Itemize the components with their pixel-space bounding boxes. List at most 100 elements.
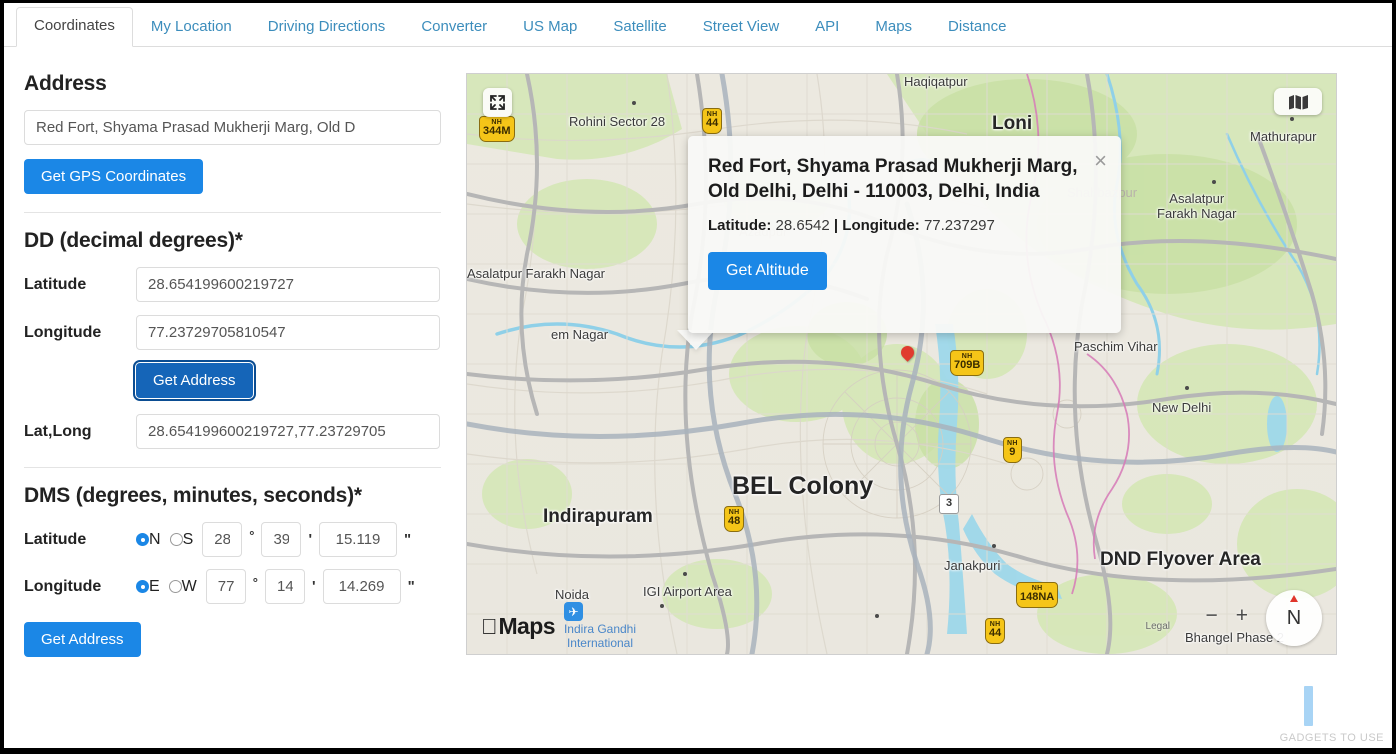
dms-longitude-label: Longitude <box>24 577 102 595</box>
dms-latitude-label: Latitude <box>24 530 87 548</box>
highway-shield-709b: NH 709B <box>950 350 985 376</box>
zoom-in-button[interactable]: + <box>1236 605 1248 626</box>
dd-longitude-row: Longitude <box>24 315 440 350</box>
radio-west-label: W <box>181 577 197 595</box>
radio-south[interactable] <box>169 533 183 546</box>
highway-shield-44-north: NH 44 <box>702 108 723 134</box>
dd-longitude-label: Longitude <box>24 323 102 341</box>
radio-east[interactable] <box>136 580 149 593</box>
popup-pointer <box>677 330 715 350</box>
dd-get-address-button[interactable]: Get Address <box>133 360 256 401</box>
fullscreen-button[interactable] <box>483 88 512 117</box>
tab-maps[interactable]: Maps <box>857 8 930 47</box>
dd-latitude-input[interactable] <box>136 267 440 302</box>
tab-us-map[interactable]: US Map <box>505 8 595 47</box>
dms-lat-seconds-input[interactable] <box>319 522 398 557</box>
zoom-out-button[interactable]: − <box>1205 605 1217 626</box>
popup-latitude-value: 28.6542 <box>775 217 830 235</box>
expand-icon <box>490 95 505 110</box>
tab-driving-directions[interactable]: Driving Directions <box>250 8 404 47</box>
popup-separator: | <box>833 217 839 235</box>
page-scrollbar-thumb[interactable] <box>1304 686 1313 726</box>
tab-distance[interactable]: Distance <box>930 8 1024 47</box>
popup-coordinates: Latitude: 28.6542 | Longitude: 77.237297 <box>708 217 1101 234</box>
dd-latitude-row: Latitude <box>24 267 440 302</box>
window-frame-right <box>1392 0 1396 754</box>
map-dot <box>632 101 636 105</box>
divider-2 <box>24 467 441 468</box>
get-gps-coordinates-button[interactable]: Get GPS Coordinates <box>24 159 204 194</box>
map-dot <box>660 604 664 608</box>
latlong-input[interactable] <box>136 414 440 449</box>
dms-heading: DMS (degrees, minutes, seconds)* <box>24 484 362 507</box>
divider <box>24 212 441 213</box>
location-info-popup: × Red Fort, Shyama Prasad Mukherji Marg,… <box>688 136 1121 333</box>
popup-longitude-label: Longitude: <box>842 217 920 235</box>
dms-lat-degrees-input[interactable] <box>202 522 243 557</box>
get-altitude-button[interactable]: Get Altitude <box>708 252 827 291</box>
close-icon[interactable]: × <box>1094 150 1107 172</box>
highway-shield-148na: NH 148NA <box>1016 582 1059 608</box>
watermark-text: GADGETS TO USE <box>1279 732 1384 744</box>
address-heading: Address <box>24 72 107 95</box>
dms-lon-degrees-input[interactable] <box>205 569 246 604</box>
highway-shield-44-south: NH 44 <box>985 618 1006 644</box>
radio-north[interactable] <box>136 533 149 546</box>
app-page: Coordinates My Location Driving Directio… <box>0 0 1396 754</box>
map-dot <box>875 614 879 618</box>
tab-coordinates[interactable]: Coordinates <box>16 7 133 47</box>
main-tab-bar: Coordinates My Location Driving Directio… <box>4 3 1392 47</box>
map-dot <box>683 572 687 576</box>
minute-symbol-lon: ' <box>311 578 316 595</box>
tab-street-view[interactable]: Street View <box>685 8 797 47</box>
highway-shield-9: NH 9 <box>1003 437 1022 463</box>
minute-symbol-lat: ' <box>308 531 313 548</box>
latlong-label: Lat,Long <box>24 422 92 440</box>
map-dot <box>1290 117 1294 121</box>
map-label-indira-gandhi-international: Indira Gandhi International <box>563 622 637 650</box>
address-input[interactable] <box>24 110 441 145</box>
compass-control[interactable]: N <box>1266 590 1322 646</box>
second-symbol-lat: " <box>404 531 412 548</box>
tab-api[interactable]: API <box>797 8 857 47</box>
dd-longitude-input[interactable] <box>136 315 440 350</box>
popup-address-title: Red Fort, Shyama Prasad Mukherji Marg, O… <box>708 156 1078 203</box>
radio-south-label: S <box>182 530 194 548</box>
map-container[interactable]: Haqiqatpur Rohini Sector 28 Loni Mathura… <box>466 73 1337 655</box>
dms-lon-minutes-input[interactable] <box>264 569 305 604</box>
map-dot <box>1212 180 1216 184</box>
tab-my-location[interactable]: My Location <box>133 8 250 47</box>
map-dot <box>1185 386 1189 390</box>
highway-shield-48: NH 48 <box>724 506 745 532</box>
dms-get-address-button[interactable]: Get Address <box>24 622 141 657</box>
tab-satellite[interactable]: Satellite <box>595 8 684 47</box>
apple-maps-attribution:  Maps <box>481 613 556 640</box>
latlong-row: Lat,Long <box>24 414 440 449</box>
degree-symbol-lon: ° <box>252 575 258 590</box>
dms-longitude-row: Longitude E W ° ' " <box>24 569 440 604</box>
window-frame-bottom <box>0 748 1396 754</box>
maps-wordmark: Maps <box>482 613 556 639</box>
airport-icon: ✈ <box>564 602 583 621</box>
radio-north-label: N <box>149 530 161 548</box>
tab-converter[interactable]: Converter <box>403 8 505 47</box>
dms-lon-seconds-input[interactable] <box>322 569 401 604</box>
popup-longitude-value: 77.237297 <box>923 217 995 235</box>
radio-west[interactable] <box>168 580 182 593</box>
map-dot <box>992 544 996 548</box>
apple-logo-icon:  <box>481 615 498 638</box>
compass-needle-icon <box>1290 595 1298 602</box>
degree-symbol-lat: ° <box>249 528 255 543</box>
highway-shield-3: 3 <box>939 494 960 514</box>
coordinates-form-panel: Address Get GPS Coordinates DD (decimal … <box>4 48 460 748</box>
radio-east-label: E <box>149 577 160 595</box>
map-layers-icon <box>1288 94 1308 109</box>
map-type-button[interactable] <box>1274 88 1322 115</box>
highway-shield-344m: NH 344M <box>479 116 515 142</box>
dd-latitude-label: Latitude <box>24 275 87 293</box>
compass-north-label: N <box>1286 606 1302 629</box>
dms-latitude-row: Latitude N S ° ' " <box>24 522 440 557</box>
dms-lat-minutes-input[interactable] <box>261 522 302 557</box>
legal-link[interactable]: Legal <box>1146 621 1170 632</box>
dd-heading: DD (decimal degrees)* <box>24 229 243 252</box>
